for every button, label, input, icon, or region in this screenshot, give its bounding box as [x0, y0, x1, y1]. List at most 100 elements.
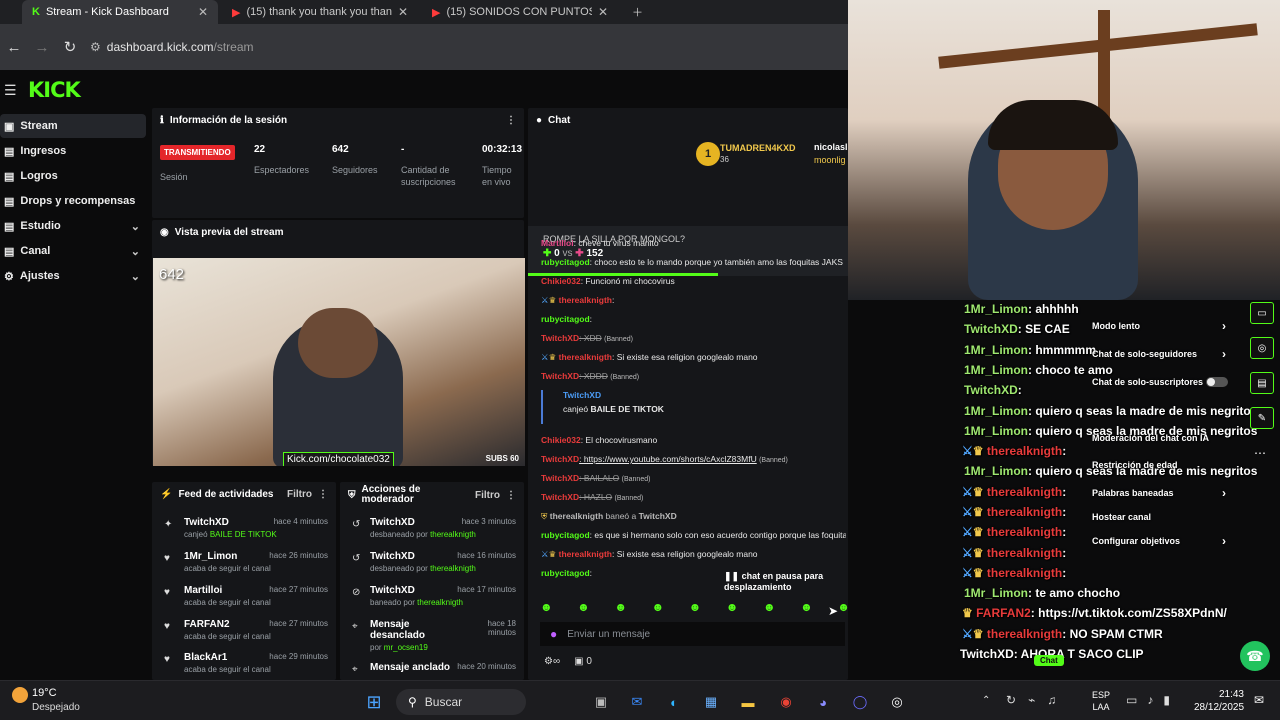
chat-tool-icon[interactable]: ▭ [1250, 302, 1274, 324]
list-item: ⊘ TwitchXD hace 17 minutos baneado por ther… [352, 585, 516, 607]
ban-notice: ⛨ therealknigth baneó a TwitchXD [541, 511, 677, 521]
session-info-panel: ℹ Información de la sesión ⋮ TRANSMITIENDO… [152, 108, 524, 218]
menu-age-restriction[interactable]: Restricción de edad [1092, 460, 1232, 470]
more-options-icon[interactable]: ⋮ [506, 115, 516, 126]
sidebar-item-logros[interactable]: ▤ Logros [0, 164, 146, 188]
site-info-icon[interactable]: ⚙ [90, 40, 101, 54]
share-icon[interactable]: ⋯ [1254, 446, 1266, 460]
emote-icon[interactable]: ☻ [837, 600, 850, 616]
gift-icon[interactable]: ▣ [574, 656, 583, 667]
language-indicator[interactable]: ESP LAA [1092, 689, 1110, 713]
activity-feed-panel: ⚡ Feed de actividades Filtro ⋮ ✦ TwitchXD hac… [152, 482, 336, 680]
reload-icon[interactable]: ↻ [56, 38, 84, 56]
list-item: ↺ TwitchXD hace 3 minutos desbaneado por th… [352, 517, 516, 539]
sidebar-item-ingresos[interactable]: ▤ Ingresos [0, 139, 146, 163]
chat-paused-notice[interactable]: ❚❚ chat en pausa para desplazamiento [724, 571, 848, 592]
stat-followers: 642 Seguidores [332, 144, 378, 175]
user-badge-icon: ● [550, 627, 558, 641]
filter-button[interactable]: Filtro [475, 490, 500, 501]
volume-icon[interactable]: ♪ [1147, 693, 1153, 707]
streamer-head [298, 308, 378, 378]
menu-subs-only[interactable]: Chat de solo-suscriptores [1092, 377, 1232, 387]
emote-icon[interactable]: ☻ [800, 600, 813, 616]
live-status: TRANSMITIENDO Sesión [160, 144, 235, 182]
close-tab-icon[interactable]: ✕ [198, 5, 208, 19]
store-icon[interactable]: ▦ [700, 691, 722, 713]
emote-icon[interactable]: ☻ [763, 600, 776, 616]
sidebar-item-stream[interactable]: ▣ Stream [0, 114, 146, 138]
layout-icon[interactable]: ▤ [1250, 372, 1274, 394]
mod-badge-icon: ⚔ [541, 549, 549, 559]
menu-host-channel[interactable]: Hostear canal [1092, 512, 1232, 522]
menu-slow-mode[interactable]: Modo lento › [1092, 319, 1232, 333]
settings-icon[interactable]: ⚙∞ [544, 656, 560, 667]
mod-actions-panel: ⛨ Acciones de moderador Filtro ⋮ ↺ TwitchXD h… [340, 482, 524, 680]
webcam-overlay [848, 0, 1280, 300]
tab-youtube-2[interactable]: ▶ (15) SONIDOS CON PUNTOS DE ✕ [422, 0, 618, 24]
chrome-icon[interactable]: ◉ [775, 691, 797, 713]
sidebar-item-estudio[interactable]: ▤ Estudio ⌄ [0, 214, 146, 238]
emote-icon[interactable]: ☻ [577, 600, 590, 616]
chat-footer: ⚙∞ ▣ 0 [544, 656, 592, 667]
menu-banned-words[interactable]: Palabras baneadas › [1092, 486, 1232, 500]
sync-icon[interactable]: ↻ [1006, 693, 1016, 707]
subs-only-toggle[interactable] [1206, 377, 1228, 387]
stat-subs: - Cantidad de suscripciones [401, 144, 456, 187]
emote-icon[interactable]: ☻ [614, 600, 627, 616]
close-tab-icon[interactable]: ✕ [398, 5, 408, 19]
emote-icon[interactable]: ☻ [540, 600, 553, 616]
file-explorer-icon[interactable]: ▬ [737, 691, 759, 713]
broadcast-icon[interactable]: ◎ [1250, 337, 1274, 359]
stat-viewers: 22 Espectadores [254, 144, 310, 175]
weather-icon[interactable] [12, 687, 28, 703]
poll-banner[interactable]: ROMPE LA SILLA POR MONGOL? ✚ 0 vs ✚ 152 [528, 226, 848, 276]
menu-followers-only[interactable]: Chat de solo-seguidores › [1092, 347, 1232, 361]
tab-youtube-1[interactable]: ▶ (15) thank you thank you thank ✕ [222, 0, 418, 24]
app-icon[interactable]: ◯ [849, 691, 871, 713]
sidebar-item-drops[interactable]: ▤ Drops y recompensas [0, 189, 146, 213]
emote-icon[interactable]: ☻ [726, 600, 739, 616]
discord-icon[interactable]: ◕ [812, 691, 834, 713]
stream-preview-video[interactable]: 642 Kick.com/chocolate032 SUBS 60 [153, 258, 525, 466]
more-options-icon[interactable]: ⋮ [318, 489, 328, 500]
network-icon[interactable]: ⌁ [1028, 693, 1035, 707]
windows-start-icon[interactable]: ⊞ [363, 691, 385, 713]
info-icon: ℹ [160, 114, 164, 126]
channel-icon: ▤ [4, 245, 15, 258]
address-bar: ← → ↻ ⚙ dashboard.kick.com/stream [0, 24, 848, 70]
sidebar-item-ajustes[interactable]: ⚙ Ajustes ⌄ [0, 264, 146, 288]
obs-icon[interactable]: ◎ [886, 691, 908, 713]
emote-icon[interactable]: ☻ [651, 600, 664, 616]
close-tab-icon[interactable]: ✕ [598, 5, 608, 19]
mic-icon[interactable]: ♫ [1047, 693, 1056, 707]
edge-icon[interactable]: ◐ [663, 691, 685, 713]
sidebar-item-canal[interactable]: ▤ Canal ⌄ [0, 239, 146, 263]
stat-live-time: 00:32:13 Tiempo en vivo [482, 144, 523, 187]
emote-icon[interactable]: ☻ [689, 600, 702, 616]
wrench-icon[interactable]: ✎ [1250, 407, 1274, 429]
tab-kick-dashboard[interactable]: K Stream - Kick Dashboard ✕ [22, 0, 218, 24]
headset-icon[interactable]: ☎ [1240, 641, 1270, 671]
outlook-icon[interactable]: ✉ [626, 691, 648, 713]
forward-icon[interactable]: → [28, 39, 56, 56]
taskbar-search[interactable]: ⚲ Buscar [396, 689, 526, 715]
monitor-icon[interactable]: ▭ [1126, 693, 1137, 707]
chat-input[interactable]: ● Enviar un mensaje [540, 622, 845, 646]
url-field[interactable]: ⚙ dashboard.kick.com/stream [90, 40, 254, 54]
more-options-icon[interactable]: ⋮ [506, 490, 516, 501]
menu-ai-moderation[interactable]: Moderación del chat con IA [1092, 433, 1232, 443]
menu-goals[interactable]: Configurar objetivos › [1092, 534, 1232, 548]
overlay-chat-button[interactable]: Chat [1034, 655, 1064, 666]
lightning-icon: ⚡ [160, 488, 173, 500]
menu-icon[interactable]: ☰ [4, 82, 17, 99]
battery-icon[interactable]: ▮ [1163, 693, 1170, 707]
notification-icon[interactable]: ✉ [1254, 693, 1264, 707]
chevron-up-icon[interactable]: ⌃ [982, 695, 990, 706]
back-icon[interactable]: ← [0, 39, 28, 56]
new-tab-button[interactable]: ＋ [622, 0, 650, 24]
task-view-icon[interactable]: ▣ [590, 691, 612, 713]
filter-button[interactable]: Filtro [287, 489, 312, 500]
list-item: ♥ Martilloi hace 27 minutos acaba de seguir… [164, 585, 328, 607]
kick-logo[interactable]: KICK [28, 78, 81, 102]
clock[interactable]: 21:43 28/12/2025 [1194, 688, 1244, 714]
